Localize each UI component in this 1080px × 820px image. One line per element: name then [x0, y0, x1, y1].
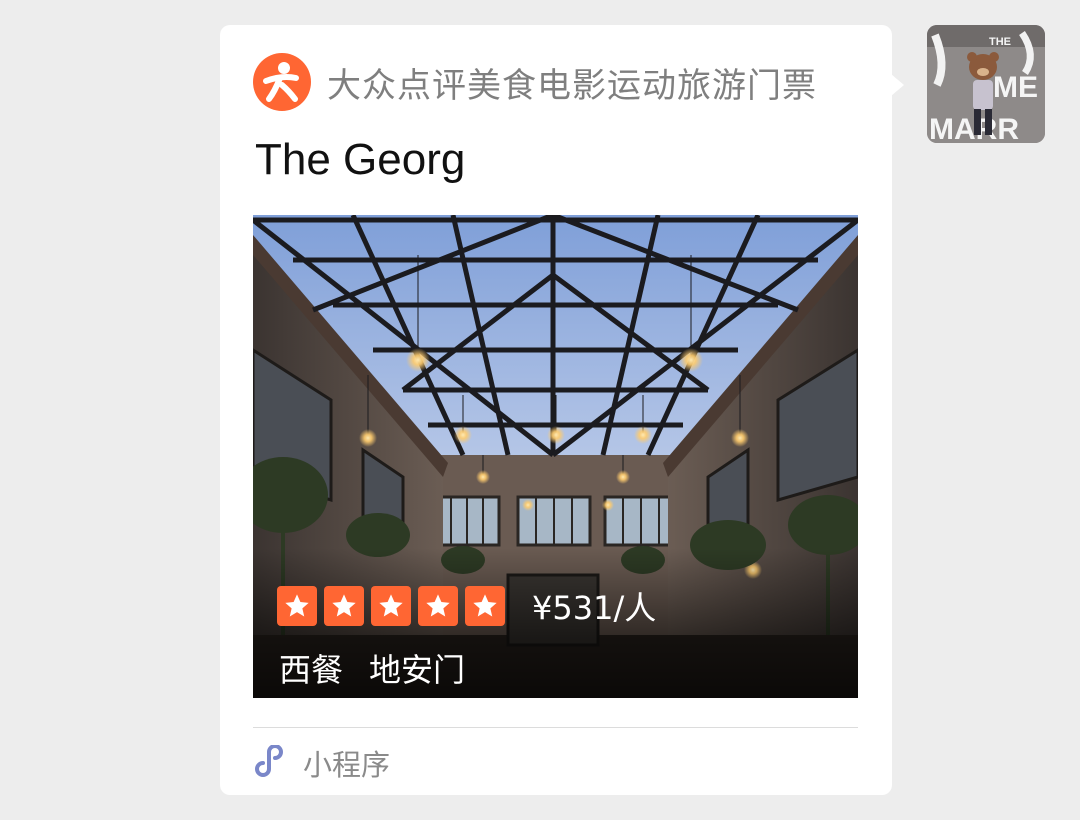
card-header: 大众点评美食电影运动旅游门票	[253, 52, 817, 112]
mini-program-footer[interactable]: 小程序	[253, 743, 390, 783]
shop-title: The Georg	[255, 135, 466, 184]
rating-row: ¥531/人	[277, 583, 656, 629]
shop-tags: 西餐 地安门	[279, 645, 465, 691]
footer-divider	[253, 727, 858, 728]
star-icon	[418, 586, 458, 626]
sender-avatar[interactable]: THE ME MARR	[927, 25, 1045, 143]
dianping-logo-icon[interactable]	[253, 53, 311, 111]
star-icon	[277, 586, 317, 626]
price-per-person: ¥531/人	[532, 589, 657, 627]
app-name: 大众点评美食电影运动旅游门票	[327, 65, 817, 106]
location-tag: 地安门	[369, 651, 466, 689]
mini-program-icon	[255, 745, 283, 777]
star-icon	[371, 586, 411, 626]
avatar-text-top: THE	[989, 36, 1011, 48]
avatar-text-mid: ME	[993, 71, 1038, 104]
mini-program-label: 小程序	[303, 748, 391, 782]
star-icon	[465, 586, 505, 626]
shop-photo[interactable]: ¥531/人 西餐 地安门	[253, 215, 858, 698]
message-card[interactable]: 大众点评美食电影运动旅游门票 The Georg ¥531/人 西餐 地安门 小…	[220, 25, 892, 795]
avatar-image: THE ME MARR	[927, 25, 1045, 143]
cuisine-tag: 西餐	[279, 651, 344, 689]
bubble-tail	[891, 74, 904, 96]
star-icon	[324, 586, 364, 626]
